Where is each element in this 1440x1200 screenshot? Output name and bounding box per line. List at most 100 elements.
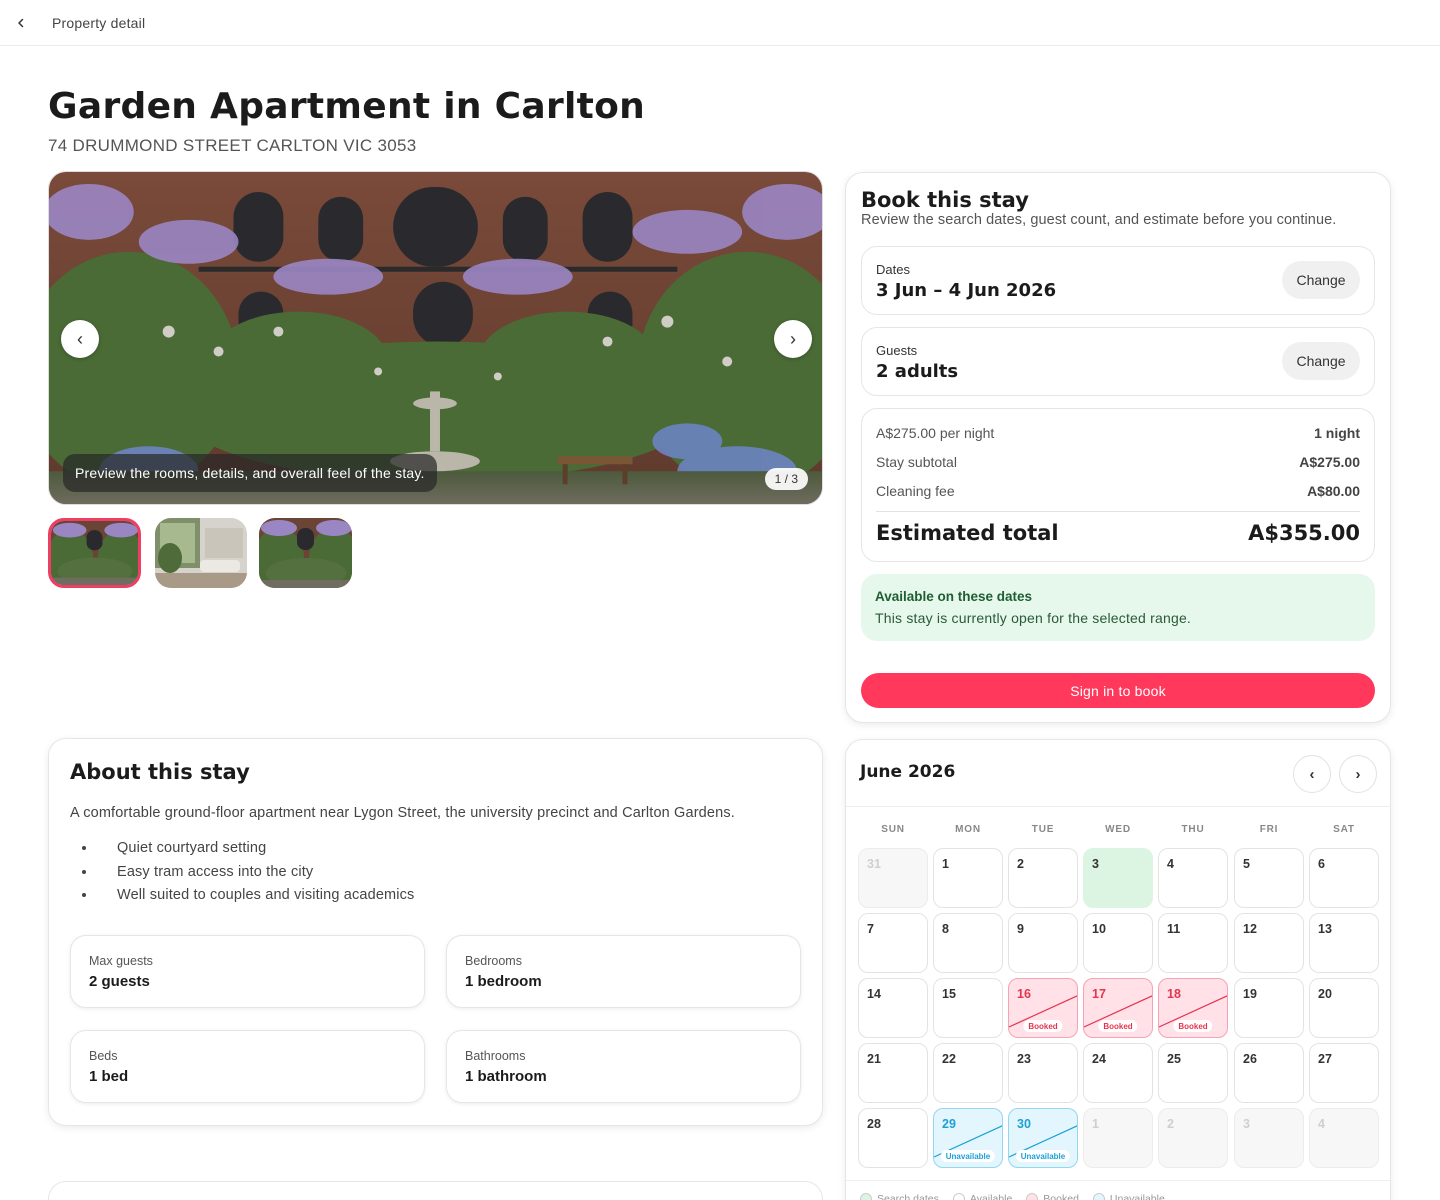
calendar-day[interactable]: 9: [1008, 913, 1078, 973]
legend-item: Booked: [1026, 1193, 1079, 1200]
estimated-total: Estimated total A$355.00: [876, 521, 1360, 545]
day-number: 14: [867, 987, 881, 1001]
day-number: 15: [942, 987, 956, 1001]
calendar-day[interactable]: 2: [1008, 848, 1078, 908]
divider: [846, 1180, 1390, 1181]
guests-field: Guests 2 adults Change: [861, 327, 1375, 396]
legend-item: Available: [952, 1193, 1013, 1200]
calendar-day[interactable]: 10: [1083, 913, 1153, 973]
day-number: 7: [867, 922, 874, 936]
calendar-day: 4: [1309, 1108, 1379, 1168]
weekday-label: WED: [1105, 824, 1131, 835]
stat-value: 1 bathroom: [465, 1068, 547, 1085]
day-number: 29: [942, 1117, 956, 1131]
availability-text: This stay is currently open for the sele…: [875, 610, 1192, 626]
price-row-label: A$275.00 per night: [876, 425, 995, 441]
courtyard-thumbnail-image: [259, 518, 352, 588]
calendar-day[interactable]: 25: [1158, 1043, 1228, 1103]
calendar-day: 1: [1083, 1108, 1153, 1168]
calendar-day[interactable]: 8: [933, 913, 1003, 973]
calendar-day[interactable]: 6: [1309, 848, 1379, 908]
sign-in-to-book-button[interactable]: Sign in to book: [861, 673, 1375, 708]
day-number: 26: [1243, 1052, 1257, 1066]
day-number: 2: [1167, 1117, 1174, 1131]
calendar-day[interactable]: 22: [933, 1043, 1003, 1103]
courtyard-thumbnail-image: [51, 521, 138, 585]
calendar-day[interactable]: 4: [1158, 848, 1228, 908]
top-bar: Property detail: [0, 0, 1440, 46]
booked-badge: Booked: [1098, 1020, 1138, 1032]
calendar-day[interactable]: 29 Unavailable: [933, 1108, 1003, 1168]
calendar-legend: Search dates Available Booked Unavailable: [860, 1193, 1165, 1200]
calendar-day[interactable]: 23: [1008, 1043, 1078, 1103]
calendar-day[interactable]: 3: [1083, 848, 1153, 908]
price-row-value: A$275.00: [1299, 454, 1360, 470]
stat-bedrooms: Bedrooms 1 bedroom: [446, 935, 801, 1008]
calendar-day[interactable]: 13: [1309, 913, 1379, 973]
calendar-day[interactable]: 5: [1234, 848, 1304, 908]
calendar-day[interactable]: 7: [858, 913, 928, 973]
about-card: About this stay A comfortable ground-flo…: [48, 738, 823, 1126]
calendar-day[interactable]: 12: [1234, 913, 1304, 973]
about-description: A comfortable ground-floor apartment nea…: [70, 805, 735, 821]
price-row: Stay subtotal A$275.00: [876, 452, 1360, 472]
calendar-next-button[interactable]: ›: [1339, 755, 1377, 793]
calendar-day[interactable]: 26: [1234, 1043, 1304, 1103]
calendar-day[interactable]: 24: [1083, 1043, 1153, 1103]
property-title: Garden Apartment in Carlton: [48, 86, 646, 127]
highlights-list: Quiet courtyard setting Easy tram access…: [97, 837, 414, 908]
price-row: A$275.00 per night 1 night: [876, 423, 1360, 443]
calendar-prev-button[interactable]: ‹: [1293, 755, 1331, 793]
gallery-next-button[interactable]: ›: [774, 320, 812, 358]
back-button[interactable]: [10, 12, 32, 34]
day-number: 27: [1318, 1052, 1332, 1066]
day-number: 6: [1318, 857, 1325, 871]
legend-label: Available: [969, 1193, 1013, 1200]
price-row-label: Stay subtotal: [876, 454, 957, 470]
stat-label: Max guests: [89, 954, 153, 968]
stat-value: 2 guests: [89, 973, 150, 990]
day-number: 23: [1017, 1052, 1031, 1066]
calendar-day[interactable]: 19: [1234, 978, 1304, 1038]
list-item: Well suited to couples and visiting acad…: [97, 884, 414, 908]
day-number: 1: [942, 857, 949, 871]
change-guests-button[interactable]: Change: [1282, 342, 1360, 380]
next-section-card: [48, 1181, 823, 1200]
day-number: 8: [942, 922, 949, 936]
calendar-day[interactable]: 20: [1309, 978, 1379, 1038]
day-number: 10: [1092, 922, 1106, 936]
stat-label: Bedrooms: [465, 954, 522, 968]
calendar-day[interactable]: 27: [1309, 1043, 1379, 1103]
divider: [846, 806, 1390, 807]
calendar-day[interactable]: 14: [858, 978, 928, 1038]
calendar-day[interactable]: 11: [1158, 913, 1228, 973]
legend-item: Unavailable: [1092, 1193, 1165, 1200]
day-number: 21: [867, 1052, 881, 1066]
day-number: 22: [942, 1052, 956, 1066]
gallery-thumbnail[interactable]: [48, 518, 141, 588]
gallery-prev-button[interactable]: ‹: [61, 320, 99, 358]
gallery-thumbnail[interactable]: [259, 518, 352, 588]
stat-bathrooms: Bathrooms 1 bathroom: [446, 1030, 801, 1103]
calendar-day[interactable]: 30 Unavailable: [1008, 1108, 1078, 1168]
weekday-label: SAT: [1333, 824, 1355, 835]
gallery-thumbnail[interactable]: [155, 518, 247, 588]
dates-value: 3 Jun – 4 Jun 2026: [876, 280, 1057, 301]
calendar-day: 31: [858, 848, 928, 908]
dates-field: Dates 3 Jun – 4 Jun 2026 Change: [861, 246, 1375, 315]
day-number: 5: [1243, 857, 1250, 871]
stat-value: 1 bed: [89, 1068, 129, 1085]
calendar-day[interactable]: 17 Booked: [1083, 978, 1153, 1038]
calendar-day[interactable]: 1: [933, 848, 1003, 908]
change-dates-button[interactable]: Change: [1282, 261, 1360, 299]
calendar-day[interactable]: 21: [858, 1043, 928, 1103]
calendar-day[interactable]: 18 Booked: [1158, 978, 1228, 1038]
calendar-month: June 2026: [860, 762, 956, 782]
calendar-day[interactable]: 16 Booked: [1008, 978, 1078, 1038]
calendar-day[interactable]: 28: [858, 1108, 928, 1168]
day-number: 20: [1318, 987, 1332, 1001]
day-number: 16: [1017, 987, 1031, 1001]
day-number: 2: [1017, 857, 1024, 871]
day-number: 30: [1017, 1117, 1031, 1131]
calendar-day[interactable]: 15: [933, 978, 1003, 1038]
